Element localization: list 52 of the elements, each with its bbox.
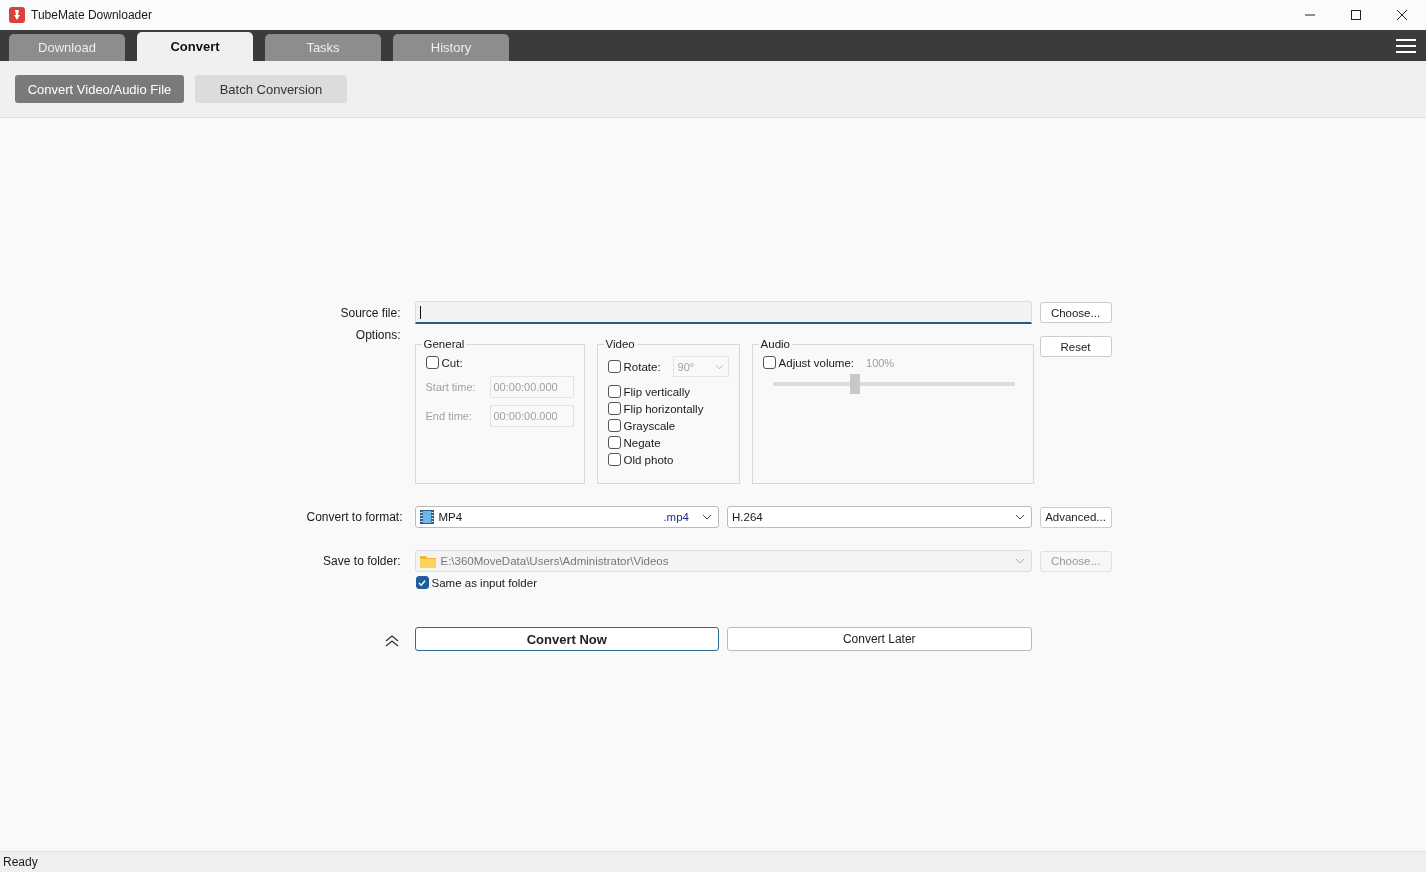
volume-slider[interactable] <box>772 374 1015 394</box>
checkbox[interactable] <box>607 419 621 432</box>
reset-button[interactable]: Reset <box>1039 336 1112 357</box>
field-label: Start time: <box>425 381 477 393</box>
field-label: Source file: <box>339 305 402 320</box>
subtab[interactable]: Convert Video/Audio File <box>15 75 184 103</box>
menu-icon[interactable] <box>1396 37 1416 54</box>
chevron-down-icon <box>1014 514 1025 520</box>
checkbox[interactable] <box>607 360 621 373</box>
convert-now-button[interactable]: Convert Now <box>414 627 719 651</box>
group-title: General <box>422 338 466 350</box>
group-title: Audio <box>759 338 791 350</box>
rotate-checkbox[interactable]: Rotate: <box>607 360 661 373</box>
group-title: Video <box>604 338 636 350</box>
folder-icon <box>419 554 436 568</box>
slider-thumb[interactable] <box>849 374 860 394</box>
field-label: Save to folder: <box>322 554 402 568</box>
collapse-icon[interactable] <box>384 635 399 647</box>
checkbox[interactable] <box>607 453 621 466</box>
checkbox[interactable] <box>607 436 621 449</box>
source-file-input[interactable] <box>414 301 1032 324</box>
tab[interactable]: Convert <box>137 32 253 61</box>
app-logo-icon <box>9 7 25 23</box>
convert-later-button[interactable]: Convert Later <box>727 627 1032 651</box>
choose-button[interactable]: Choose... <box>1039 302 1112 323</box>
option-checkbox[interactable]: Old photo <box>607 453 729 466</box>
field-label: End time: <box>425 410 473 422</box>
close-icon[interactable] <box>1396 9 1408 21</box>
chevron-down-icon <box>714 363 724 370</box>
chevron-down-icon <box>702 514 712 520</box>
codec-dropdown[interactable]: H.264 <box>727 506 1032 528</box>
option-checkbox[interactable]: Grayscale <box>607 419 729 432</box>
checkbox[interactable] <box>607 385 621 398</box>
film-icon <box>419 510 434 524</box>
checkbox[interactable] <box>607 402 621 415</box>
status-bar: Ready <box>0 851 1426 872</box>
window-title: TubeMate Downloader <box>31 8 152 22</box>
option-checkbox[interactable]: Flip vertically <box>607 385 729 398</box>
subtab[interactable]: Batch Conversion <box>195 75 347 103</box>
maximize-icon[interactable] <box>1350 9 1362 21</box>
chevron-down-icon <box>1014 558 1025 564</box>
checkbox[interactable] <box>425 356 439 369</box>
field-label: Options: <box>354 328 402 342</box>
format-dropdown[interactable]: MP4 .mp4 <box>414 506 719 528</box>
advanced-button[interactable]: Advanced... <box>1039 506 1112 528</box>
option-checkbox[interactable]: Flip horizontally <box>607 402 729 415</box>
checkbox[interactable] <box>762 356 776 369</box>
field-label: Convert to format: <box>306 510 404 524</box>
option-checkbox[interactable]: Negate <box>607 436 729 449</box>
cut-checkbox[interactable]: Cut: <box>425 356 574 369</box>
volume-reading: 100% <box>866 356 895 369</box>
adjust-volume-checkbox[interactable]: Adjust volume: <box>762 356 854 369</box>
